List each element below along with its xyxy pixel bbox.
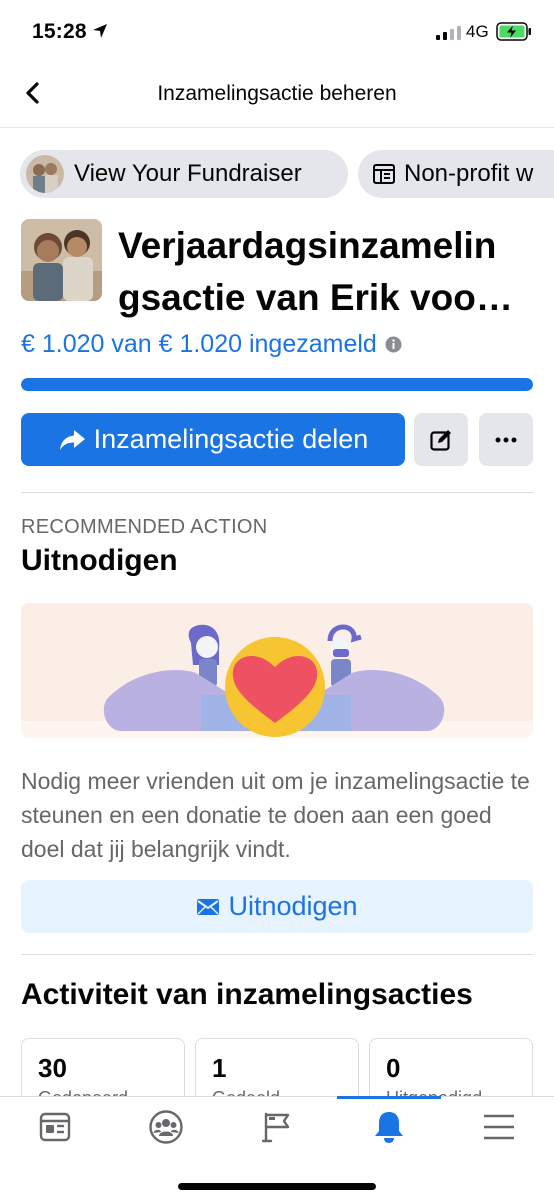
nav-bar: Inzamelingsactie beheren bbox=[0, 62, 554, 128]
tab-groups[interactable] bbox=[136, 1105, 196, 1149]
stat-card-donations[interactable]: 30 Gedoneerd bbox=[21, 1038, 185, 1098]
progress-bar bbox=[21, 378, 533, 391]
pages-flag-icon bbox=[262, 1112, 290, 1143]
activity-title: Activiteit van inzamelingsacties bbox=[21, 978, 473, 1011]
divider bbox=[21, 954, 533, 955]
raised-text: € 1.020 van € 1.020 ingezameld bbox=[21, 330, 377, 358]
tab-news-feed[interactable] bbox=[25, 1105, 85, 1149]
share-fundraiser-button[interactable]: Inzamelingsactie delen bbox=[21, 413, 405, 466]
tab-pages[interactable] bbox=[247, 1105, 307, 1149]
stat-value: 0 bbox=[386, 1053, 401, 1083]
info-icon[interactable] bbox=[385, 336, 402, 353]
recommended-action-title: Uitnodigen bbox=[21, 544, 178, 577]
invite-illustration bbox=[21, 603, 533, 738]
non-profit-chip[interactable]: Non-profit w bbox=[358, 150, 554, 198]
invite-button[interactable]: Uitnodigen bbox=[21, 880, 533, 933]
home-indicator bbox=[178, 1183, 376, 1190]
page-title: Inzamelingsactie beheren bbox=[157, 82, 397, 105]
invite-label: Uitnodigen bbox=[228, 891, 358, 921]
storefront-icon bbox=[373, 164, 395, 184]
stat-value: 1 bbox=[212, 1053, 227, 1083]
activity-stats: 30 Gedoneerd 1 Gedeeld 0 Uitgenodigd bbox=[0, 1038, 554, 1098]
chip-label: Non-profit w bbox=[404, 160, 534, 187]
tab-notifications[interactable] bbox=[359, 1105, 419, 1149]
status-bar: 15:28 4G bbox=[0, 0, 554, 62]
chip-row: View Your Fundraiser Non-profit w bbox=[0, 150, 554, 198]
edit-button[interactable] bbox=[414, 413, 468, 466]
share-label: Inzamelingsactie delen bbox=[93, 424, 369, 454]
recommended-action-label: RECOMMENDED ACTION bbox=[21, 516, 268, 538]
progress-fill bbox=[21, 378, 533, 391]
tab-bar bbox=[0, 1096, 554, 1200]
active-tab-indicator bbox=[337, 1096, 441, 1099]
more-options-button[interactable] bbox=[479, 413, 533, 466]
stat-card-invites[interactable]: 0 Uitgenodigd bbox=[369, 1038, 533, 1098]
share-arrow-icon bbox=[59, 429, 85, 450]
fundraiser-title: Verjaardagsinzamelin gsactie van Erik vo… bbox=[118, 225, 513, 318]
notifications-bell-icon bbox=[375, 1112, 403, 1143]
envelope-icon bbox=[197, 898, 220, 915]
status-time: 15:28 bbox=[32, 20, 87, 43]
stat-card-shares[interactable]: 1 Gedeeld bbox=[195, 1038, 359, 1098]
location-arrow-icon bbox=[93, 24, 107, 38]
news-feed-icon bbox=[39, 1112, 71, 1142]
fundraiser-photo[interactable] bbox=[21, 219, 102, 301]
chip-label: View Your Fundraiser bbox=[74, 160, 302, 187]
battery-charging-icon bbox=[496, 22, 531, 41]
fundraiser-avatar bbox=[26, 155, 64, 193]
raised-amount: € 1.020 van € 1.020 ingezameld bbox=[21, 330, 402, 359]
edit-pencil-icon bbox=[430, 429, 451, 451]
tab-menu[interactable] bbox=[469, 1105, 529, 1149]
signal-icon bbox=[436, 26, 461, 40]
network-label: 4G bbox=[466, 22, 489, 41]
ellipsis-icon bbox=[495, 437, 517, 442]
divider bbox=[21, 492, 533, 493]
stat-value: 30 bbox=[38, 1053, 67, 1083]
recommended-description: Nodig meer vrienden uit om je inzameling… bbox=[21, 768, 530, 862]
groups-icon bbox=[149, 1110, 183, 1144]
menu-icon bbox=[484, 1114, 514, 1140]
view-fundraiser-chip[interactable]: View Your Fundraiser bbox=[20, 150, 348, 198]
